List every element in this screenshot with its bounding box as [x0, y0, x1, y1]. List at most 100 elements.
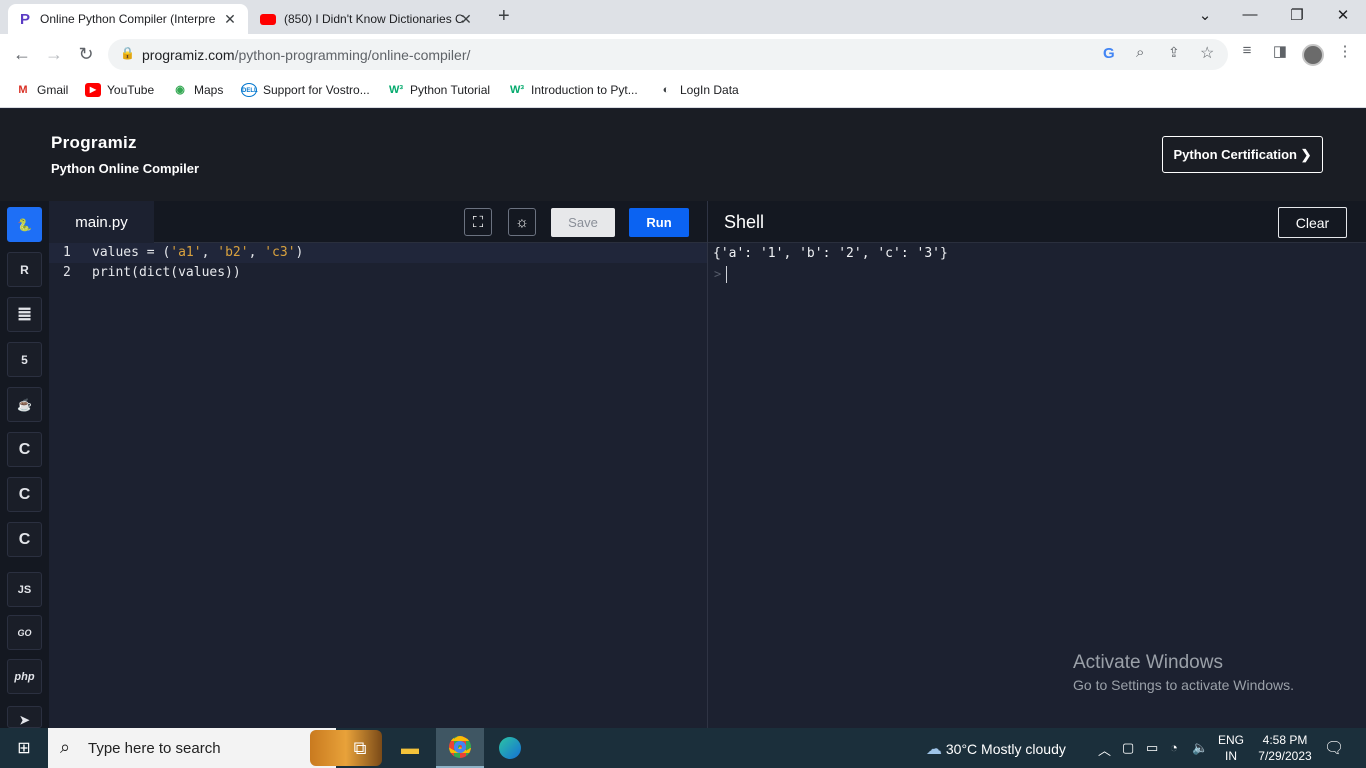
edge-taskbar-icon[interactable] — [486, 728, 534, 768]
task-view-icon[interactable]: ⧉ — [336, 728, 384, 768]
activate-windows-watermark: Activate Windows Go to Settings to activ… — [1073, 652, 1294, 693]
js-lang-icon[interactable]: JS — [7, 572, 42, 607]
zoom-icon[interactable]: ⌕ — [1136, 44, 1144, 61]
profile-avatar[interactable] — [1302, 44, 1324, 66]
show-hidden-icons-chevron-icon[interactable]: ︿ — [1098, 740, 1111, 759]
chrome-taskbar-icon[interactable] — [436, 728, 484, 768]
region-code: IN — [1225, 749, 1237, 763]
new-tab-button[interactable]: + — [498, 6, 510, 26]
minimize-button[interactable]: — — [1230, 6, 1270, 23]
php-lang-icon[interactable]: php — [7, 659, 42, 694]
lock-icon: 🔒 — [120, 46, 135, 60]
code-editor[interactable]: 1 values = ('a1', 'b2', 'c3') 2 print(di… — [49, 243, 707, 728]
youtube-favicon-icon — [260, 13, 276, 25]
page-subtitle: Python Online Compiler — [51, 161, 200, 176]
clock-date: 7/29/2023 — [1258, 749, 1312, 763]
browser-tabstrip: P Online Python Compiler (Interpre ✕ (85… — [0, 0, 1366, 34]
shell-prompt: > — [714, 267, 722, 281]
notifications-icon[interactable]: 🗨 — [1324, 738, 1344, 758]
programiz-logo[interactable]: Programiz — [51, 133, 137, 153]
window-close-button[interactable]: ✕ — [1323, 6, 1363, 24]
shell-output-line: {'a': '1', 'b': '2', 'c': '3'} — [713, 246, 948, 261]
tab-title: Online Python Compiler (Interpre — [40, 12, 216, 26]
code-line[interactable]: 1 values = ('a1', 'b2', 'c3') — [49, 243, 707, 263]
bookmark-python-tutorial[interactable]: W³ Python Tutorial — [388, 83, 490, 97]
back-arrow-icon[interactable]: ← — [11, 44, 33, 64]
search-icon: ⌕ — [60, 737, 71, 757]
url-path: /python-programming/online-compiler/ — [234, 47, 471, 63]
bookmark-login-data[interactable]: ◐ LogIn Data — [658, 83, 739, 97]
file-explorer-icon[interactable]: ▬ — [386, 728, 434, 768]
code-text[interactable]: values = ('a1', 'b2', 'c3') — [92, 245, 303, 260]
w3-icon: W³ — [388, 84, 404, 96]
share-icon[interactable]: ⇪ — [1168, 44, 1180, 61]
bookmark-label: Python Tutorial — [410, 83, 491, 97]
code-text[interactable]: print(dict(values)) — [92, 265, 241, 280]
code-line[interactable]: 2 print(dict(values)) — [49, 263, 707, 283]
file-tab-main-py[interactable]: main.py — [49, 201, 154, 243]
bookmark-maps[interactable]: ◉ Maps — [172, 83, 223, 97]
weather-text: 30°C Mostly cloudy — [945, 741, 1066, 757]
reload-icon[interactable]: ↻ — [75, 44, 97, 64]
tab-search-chevron-icon[interactable]: ⌄ — [1185, 6, 1225, 24]
menu-dots-icon[interactable]: ⋮ — [1335, 42, 1355, 60]
bookmark-youtube[interactable]: ▶ YouTube — [85, 83, 154, 97]
html-lang-icon[interactable]: 5 — [7, 342, 42, 377]
tab-programiz[interactable]: P Online Python Compiler (Interpre ✕ — [8, 4, 248, 34]
reading-list-icon[interactable]: ≡ — [1237, 42, 1257, 59]
bookmark-label: LogIn Data — [680, 83, 739, 97]
tab-youtube[interactable]: (850) I Didn't Know Dictionaries C ✕ — [252, 4, 488, 34]
language-indicator[interactable]: ENG IN — [1218, 732, 1244, 764]
language-code: ENG — [1218, 733, 1245, 747]
swift-lang-icon[interactable]: ➤ — [7, 706, 42, 728]
run-button[interactable]: Run — [629, 208, 689, 237]
bookmark-label: Introduction to Pyt... — [531, 83, 638, 97]
clock-time: 4:58 PM — [1262, 733, 1308, 747]
globe-icon: ◐ — [662, 84, 670, 96]
tab-title: (850) I Didn't Know Dictionaries C — [284, 12, 464, 26]
theme-toggle-sun-icon[interactable]: ☼ — [508, 208, 536, 236]
weather-widget[interactable]: ☁ 30°C Mostly cloudy — [926, 739, 1066, 759]
csharp-lang-icon[interactable]: C — [7, 522, 42, 557]
forward-arrow-icon[interactable]: → — [43, 44, 65, 64]
meet-now-icon[interactable]: ▢ — [1122, 740, 1134, 756]
r-lang-icon[interactable]: R — [7, 252, 42, 287]
wifi-icon[interactable]: ◔ — [1170, 740, 1178, 755]
fullscreen-icon[interactable]: ⛶ — [464, 208, 492, 236]
bookmark-intro-python[interactable]: W³ Introduction to Pyt... — [509, 83, 638, 97]
restore-button[interactable]: ❐ — [1277, 6, 1317, 24]
maps-icon: ◉ — [175, 84, 185, 96]
clear-button[interactable]: Clear — [1278, 207, 1347, 238]
bookmark-star-icon[interactable]: ☆ — [1200, 43, 1214, 63]
taskbar-search-box[interactable]: ⌕ Type here to search — [48, 728, 382, 768]
bookmark-dell[interactable]: DELL Support for Vostro... — [241, 83, 370, 97]
battery-icon[interactable]: ▭ — [1146, 740, 1158, 756]
volume-icon[interactable]: 🔈 — [1192, 740, 1208, 756]
language-sidebar: 🐍 R ≣ 5 ☕ C C C JS GO php ➤ — [0, 201, 49, 728]
bookmark-label: Gmail — [37, 83, 69, 97]
line-number: 1 — [63, 245, 71, 260]
programiz-favicon-icon: P — [20, 10, 31, 28]
python-lang-icon[interactable]: 🐍 — [7, 207, 42, 242]
tab-close-icon[interactable]: ✕ — [458, 11, 474, 27]
address-bar[interactable]: 🔒 programiz.com/python-programming/onlin… — [108, 39, 1228, 70]
go-lang-icon[interactable]: GO — [7, 615, 42, 650]
bookmark-gmail[interactable]: M Gmail — [15, 83, 68, 97]
editor-toolbar: main.py ⛶ ☼ Save Run — [49, 201, 707, 243]
google-icon[interactable]: G — [1103, 45, 1115, 62]
python-certification-button[interactable]: Python Certification ❯ — [1162, 136, 1323, 173]
cpp-lang-icon[interactable]: C — [7, 477, 42, 512]
clock[interactable]: 4:58 PM 7/29/2023 — [1254, 732, 1316, 764]
c-lang-icon[interactable]: C — [7, 432, 42, 467]
save-button[interactable]: Save — [551, 208, 615, 237]
sql-lang-icon[interactable]: ≣ — [7, 297, 42, 332]
tab-close-icon[interactable]: ✕ — [222, 11, 238, 27]
java-lang-icon[interactable]: ☕ — [7, 387, 42, 422]
watermark-subtitle: Go to Settings to activate Windows. — [1073, 677, 1294, 693]
side-panel-icon[interactable]: ◨ — [1270, 42, 1290, 60]
windows-start-icon[interactable]: ⊞ — [0, 728, 48, 768]
bookmark-label: YouTube — [107, 83, 155, 97]
shell-caret — [726, 266, 727, 283]
site-header: Programiz Python Online Compiler Python … — [0, 109, 1366, 201]
browser-toolbar: ← → ↻ 🔒 programiz.com/python-programming… — [0, 34, 1366, 75]
